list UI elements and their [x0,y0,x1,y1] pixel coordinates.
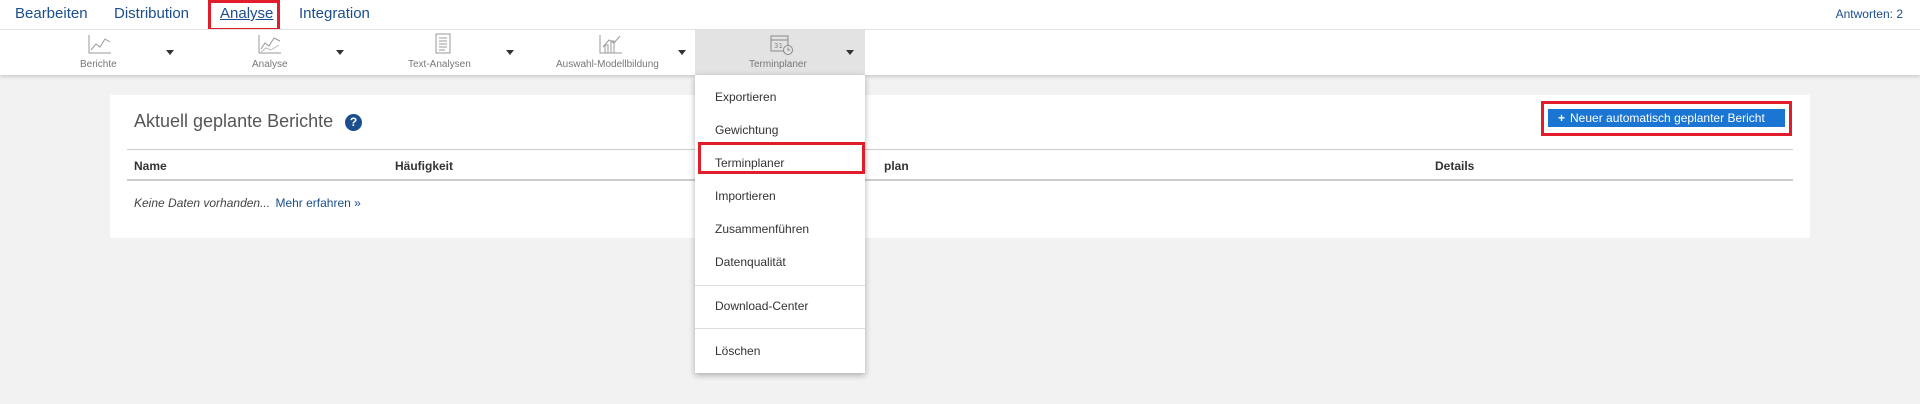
terminplaner-dropdown-menu: Exportieren Gewichtung Terminplaner Impo… [695,75,865,373]
calendar-clock-icon: 31 [770,35,793,55]
line-chart-icon [88,35,111,54]
toolbar-label: Analyse [252,59,288,70]
new-scheduled-report-button[interactable]: + Neuer automatisch geplanter Bericht [1548,109,1785,127]
menu-item-zusammenfuehren[interactable]: Zusammenführen [715,222,809,236]
table-header: Name Häufigkeit plan Details [127,149,1793,181]
empty-text: Keine Daten vorhanden... [134,196,271,210]
menu-item-datenqualitaet[interactable]: Datenqualität [715,255,786,269]
empty-table-message: Keine Daten vorhanden... Mehr erfahren » [134,196,361,210]
menu-divider [695,328,865,329]
chevron-down-icon[interactable] [846,50,854,55]
chevron-down-icon[interactable] [506,50,514,55]
toolbar-label: Text-Analysen [408,59,471,70]
learn-more-link[interactable]: Mehr erfahren » [275,196,360,210]
nav-distribution[interactable]: Distribution [114,5,189,23]
highlight-box-analyse [208,0,280,31]
chevron-down-icon[interactable] [166,50,174,55]
scheduled-reports-panel: Aktuell geplante Berichte ? + Neuer autom… [110,95,1810,238]
menu-item-importieren[interactable]: Importieren [715,189,776,203]
toolbar-label: Berichte [80,59,117,70]
menu-item-download-center[interactable]: Download-Center [715,299,808,313]
nav-bearbeiten[interactable]: Bearbeiten [15,5,88,23]
chevron-down-icon[interactable] [678,50,686,55]
analysis-toolbar: Berichte Analyse Text-Analysen Auswahl-M… [0,29,1920,76]
column-header-name[interactable]: Name [134,159,167,173]
toolbar-item-terminplaner[interactable]: 31 Terminplaner [695,30,865,76]
plus-icon: + [1558,111,1566,125]
bar-model-icon [599,35,622,54]
menu-item-loeschen[interactable]: Löschen [715,344,760,358]
toolbar-item-analyse[interactable]: Analyse [180,30,350,76]
nav-integration[interactable]: Integration [299,5,370,23]
toolbar-item-auswahl-modellbildung[interactable]: Auswahl-Modellbildung [520,30,695,76]
menu-item-exportieren[interactable]: Exportieren [715,90,776,104]
chevron-down-icon[interactable] [336,50,344,55]
toolbar-item-text-analysen[interactable]: Text-Analysen [350,30,520,76]
toolbar-label: Terminplaner [749,59,807,70]
text-document-icon [435,33,451,54]
answers-count: Antworten: 2 [1835,7,1903,21]
toolbar-item-berichte[interactable]: Berichte [0,30,180,76]
top-navigation: Bearbeiten Distribution Analyse Integrat… [0,0,1920,29]
new-scheduled-report-label: Neuer automatisch geplanter Bericht [1570,111,1765,125]
menu-item-gewichtung[interactable]: Gewichtung [715,123,778,137]
svg-text:31: 31 [774,42,783,50]
menu-divider [695,285,865,286]
toolbar-label: Auswahl-Modellbildung [556,59,659,70]
column-header-plan[interactable]: plan [884,159,909,173]
page-title: Aktuell geplante Berichte [134,111,334,131]
analysis-chart-icon [258,35,281,54]
help-icon[interactable]: ? [345,114,362,131]
column-header-details[interactable]: Details [1435,159,1474,173]
highlight-box-terminplaner [698,142,865,174]
column-header-haeufigkeit[interactable]: Häufigkeit [395,159,453,173]
